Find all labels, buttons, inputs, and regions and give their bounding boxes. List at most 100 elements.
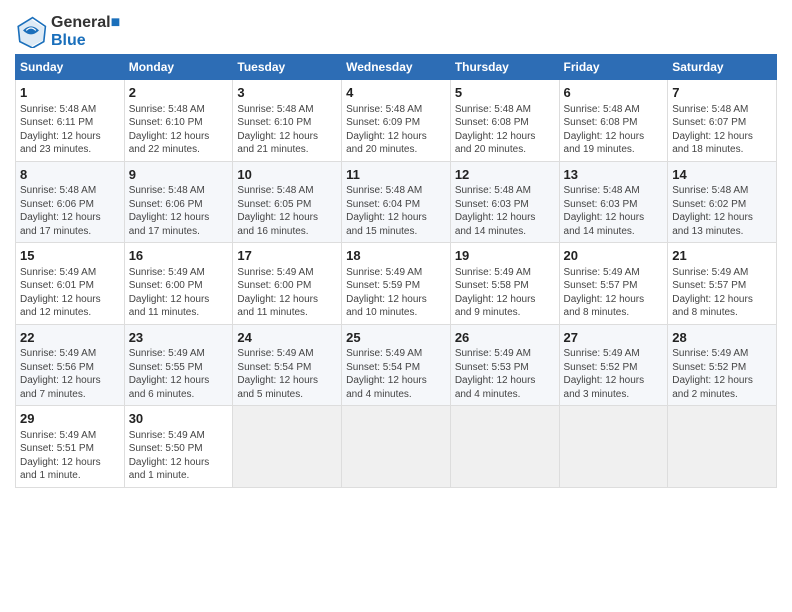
weekday-header-saturday: Saturday bbox=[668, 55, 777, 80]
week-row-3: 15Sunrise: 5:49 AM Sunset: 6:01 PM Dayli… bbox=[16, 243, 777, 325]
calendar-cell bbox=[233, 406, 342, 488]
weekday-header-sunday: Sunday bbox=[16, 55, 125, 80]
day-number: 6 bbox=[564, 84, 664, 102]
day-info: Sunrise: 5:48 AM Sunset: 6:04 PM Dayligh… bbox=[346, 184, 446, 238]
week-row-1: 1Sunrise: 5:48 AM Sunset: 6:11 PM Daylig… bbox=[16, 80, 777, 162]
day-info: Sunrise: 5:49 AM Sunset: 5:57 PM Dayligh… bbox=[564, 266, 664, 320]
day-info: Sunrise: 5:48 AM Sunset: 6:02 PM Dayligh… bbox=[672, 184, 772, 238]
day-number: 7 bbox=[672, 84, 772, 102]
calendar-cell: 28Sunrise: 5:49 AM Sunset: 5:52 PM Dayli… bbox=[668, 324, 777, 406]
day-info: Sunrise: 5:49 AM Sunset: 5:58 PM Dayligh… bbox=[455, 266, 555, 320]
day-info: Sunrise: 5:49 AM Sunset: 5:50 PM Dayligh… bbox=[129, 429, 229, 483]
calendar-cell: 22Sunrise: 5:49 AM Sunset: 5:56 PM Dayli… bbox=[16, 324, 125, 406]
weekday-header-wednesday: Wednesday bbox=[342, 55, 451, 80]
calendar-cell: 19Sunrise: 5:49 AM Sunset: 5:58 PM Dayli… bbox=[450, 243, 559, 325]
calendar-cell: 4Sunrise: 5:48 AM Sunset: 6:09 PM Daylig… bbox=[342, 80, 451, 162]
calendar-cell: 12Sunrise: 5:48 AM Sunset: 6:03 PM Dayli… bbox=[450, 161, 559, 243]
day-info: Sunrise: 5:49 AM Sunset: 5:52 PM Dayligh… bbox=[564, 347, 664, 401]
logo: General■ Blue bbox=[15, 14, 120, 50]
calendar-cell: 5Sunrise: 5:48 AM Sunset: 6:08 PM Daylig… bbox=[450, 80, 559, 162]
calendar-cell: 8Sunrise: 5:48 AM Sunset: 6:06 PM Daylig… bbox=[16, 161, 125, 243]
day-info: Sunrise: 5:48 AM Sunset: 6:05 PM Dayligh… bbox=[237, 184, 337, 238]
calendar-cell: 15Sunrise: 5:49 AM Sunset: 6:01 PM Dayli… bbox=[16, 243, 125, 325]
day-info: Sunrise: 5:48 AM Sunset: 6:03 PM Dayligh… bbox=[564, 184, 664, 238]
day-number: 5 bbox=[455, 84, 555, 102]
day-info: Sunrise: 5:48 AM Sunset: 6:06 PM Dayligh… bbox=[129, 184, 229, 238]
day-number: 20 bbox=[564, 247, 664, 265]
week-row-4: 22Sunrise: 5:49 AM Sunset: 5:56 PM Dayli… bbox=[16, 324, 777, 406]
day-info: Sunrise: 5:48 AM Sunset: 6:11 PM Dayligh… bbox=[20, 103, 120, 157]
calendar-cell: 14Sunrise: 5:48 AM Sunset: 6:02 PM Dayli… bbox=[668, 161, 777, 243]
day-number: 30 bbox=[129, 410, 229, 428]
day-number: 9 bbox=[129, 166, 229, 184]
day-number: 8 bbox=[20, 166, 120, 184]
day-number: 22 bbox=[20, 329, 120, 347]
day-info: Sunrise: 5:48 AM Sunset: 6:07 PM Dayligh… bbox=[672, 103, 772, 157]
calendar-cell: 10Sunrise: 5:48 AM Sunset: 6:05 PM Dayli… bbox=[233, 161, 342, 243]
calendar-cell: 21Sunrise: 5:49 AM Sunset: 5:57 PM Dayli… bbox=[668, 243, 777, 325]
calendar-cell: 24Sunrise: 5:49 AM Sunset: 5:54 PM Dayli… bbox=[233, 324, 342, 406]
calendar-cell: 25Sunrise: 5:49 AM Sunset: 5:54 PM Dayli… bbox=[342, 324, 451, 406]
calendar-cell: 23Sunrise: 5:49 AM Sunset: 5:55 PM Dayli… bbox=[124, 324, 233, 406]
day-number: 24 bbox=[237, 329, 337, 347]
logo-icon bbox=[15, 16, 47, 48]
calendar-cell: 13Sunrise: 5:48 AM Sunset: 6:03 PM Dayli… bbox=[559, 161, 668, 243]
day-info: Sunrise: 5:49 AM Sunset: 5:53 PM Dayligh… bbox=[455, 347, 555, 401]
calendar-cell bbox=[342, 406, 451, 488]
calendar-cell: 29Sunrise: 5:49 AM Sunset: 5:51 PM Dayli… bbox=[16, 406, 125, 488]
header: General■ Blue bbox=[15, 10, 777, 50]
logo-text: General■ Blue bbox=[51, 14, 120, 50]
calendar-cell: 11Sunrise: 5:48 AM Sunset: 6:04 PM Dayli… bbox=[342, 161, 451, 243]
day-number: 10 bbox=[237, 166, 337, 184]
calendar-cell: 17Sunrise: 5:49 AM Sunset: 6:00 PM Dayli… bbox=[233, 243, 342, 325]
calendar-cell bbox=[559, 406, 668, 488]
week-row-5: 29Sunrise: 5:49 AM Sunset: 5:51 PM Dayli… bbox=[16, 406, 777, 488]
day-info: Sunrise: 5:48 AM Sunset: 6:10 PM Dayligh… bbox=[237, 103, 337, 157]
weekday-header-monday: Monday bbox=[124, 55, 233, 80]
day-number: 15 bbox=[20, 247, 120, 265]
week-row-2: 8Sunrise: 5:48 AM Sunset: 6:06 PM Daylig… bbox=[16, 161, 777, 243]
day-number: 2 bbox=[129, 84, 229, 102]
calendar-cell: 20Sunrise: 5:49 AM Sunset: 5:57 PM Dayli… bbox=[559, 243, 668, 325]
day-number: 3 bbox=[237, 84, 337, 102]
day-number: 25 bbox=[346, 329, 446, 347]
day-number: 27 bbox=[564, 329, 664, 347]
calendar-container: General■ Blue SundayMondayTuesdayWednesd… bbox=[0, 0, 792, 498]
calendar-cell: 2Sunrise: 5:48 AM Sunset: 6:10 PM Daylig… bbox=[124, 80, 233, 162]
weekday-header-friday: Friday bbox=[559, 55, 668, 80]
calendar-cell: 7Sunrise: 5:48 AM Sunset: 6:07 PM Daylig… bbox=[668, 80, 777, 162]
day-number: 11 bbox=[346, 166, 446, 184]
day-number: 12 bbox=[455, 166, 555, 184]
weekday-header-row: SundayMondayTuesdayWednesdayThursdayFrid… bbox=[16, 55, 777, 80]
day-number: 4 bbox=[346, 84, 446, 102]
calendar-cell: 3Sunrise: 5:48 AM Sunset: 6:10 PM Daylig… bbox=[233, 80, 342, 162]
calendar-cell: 27Sunrise: 5:49 AM Sunset: 5:52 PM Dayli… bbox=[559, 324, 668, 406]
day-number: 28 bbox=[672, 329, 772, 347]
day-info: Sunrise: 5:49 AM Sunset: 5:52 PM Dayligh… bbox=[672, 347, 772, 401]
day-info: Sunrise: 5:49 AM Sunset: 6:00 PM Dayligh… bbox=[129, 266, 229, 320]
day-number: 13 bbox=[564, 166, 664, 184]
calendar-cell bbox=[450, 406, 559, 488]
day-info: Sunrise: 5:49 AM Sunset: 5:54 PM Dayligh… bbox=[346, 347, 446, 401]
day-info: Sunrise: 5:48 AM Sunset: 6:06 PM Dayligh… bbox=[20, 184, 120, 238]
day-number: 16 bbox=[129, 247, 229, 265]
day-number: 29 bbox=[20, 410, 120, 428]
calendar-table: SundayMondayTuesdayWednesdayThursdayFrid… bbox=[15, 54, 777, 488]
day-info: Sunrise: 5:49 AM Sunset: 5:57 PM Dayligh… bbox=[672, 266, 772, 320]
day-number: 26 bbox=[455, 329, 555, 347]
day-number: 21 bbox=[672, 247, 772, 265]
day-info: Sunrise: 5:48 AM Sunset: 6:09 PM Dayligh… bbox=[346, 103, 446, 157]
day-info: Sunrise: 5:48 AM Sunset: 6:08 PM Dayligh… bbox=[455, 103, 555, 157]
calendar-cell: 30Sunrise: 5:49 AM Sunset: 5:50 PM Dayli… bbox=[124, 406, 233, 488]
calendar-cell: 16Sunrise: 5:49 AM Sunset: 6:00 PM Dayli… bbox=[124, 243, 233, 325]
day-number: 19 bbox=[455, 247, 555, 265]
day-info: Sunrise: 5:49 AM Sunset: 5:55 PM Dayligh… bbox=[129, 347, 229, 401]
calendar-cell: 1Sunrise: 5:48 AM Sunset: 6:11 PM Daylig… bbox=[16, 80, 125, 162]
day-number: 14 bbox=[672, 166, 772, 184]
weekday-header-thursday: Thursday bbox=[450, 55, 559, 80]
day-info: Sunrise: 5:49 AM Sunset: 6:01 PM Dayligh… bbox=[20, 266, 120, 320]
day-info: Sunrise: 5:49 AM Sunset: 5:56 PM Dayligh… bbox=[20, 347, 120, 401]
day-number: 18 bbox=[346, 247, 446, 265]
day-info: Sunrise: 5:49 AM Sunset: 5:51 PM Dayligh… bbox=[20, 429, 120, 483]
day-number: 23 bbox=[129, 329, 229, 347]
